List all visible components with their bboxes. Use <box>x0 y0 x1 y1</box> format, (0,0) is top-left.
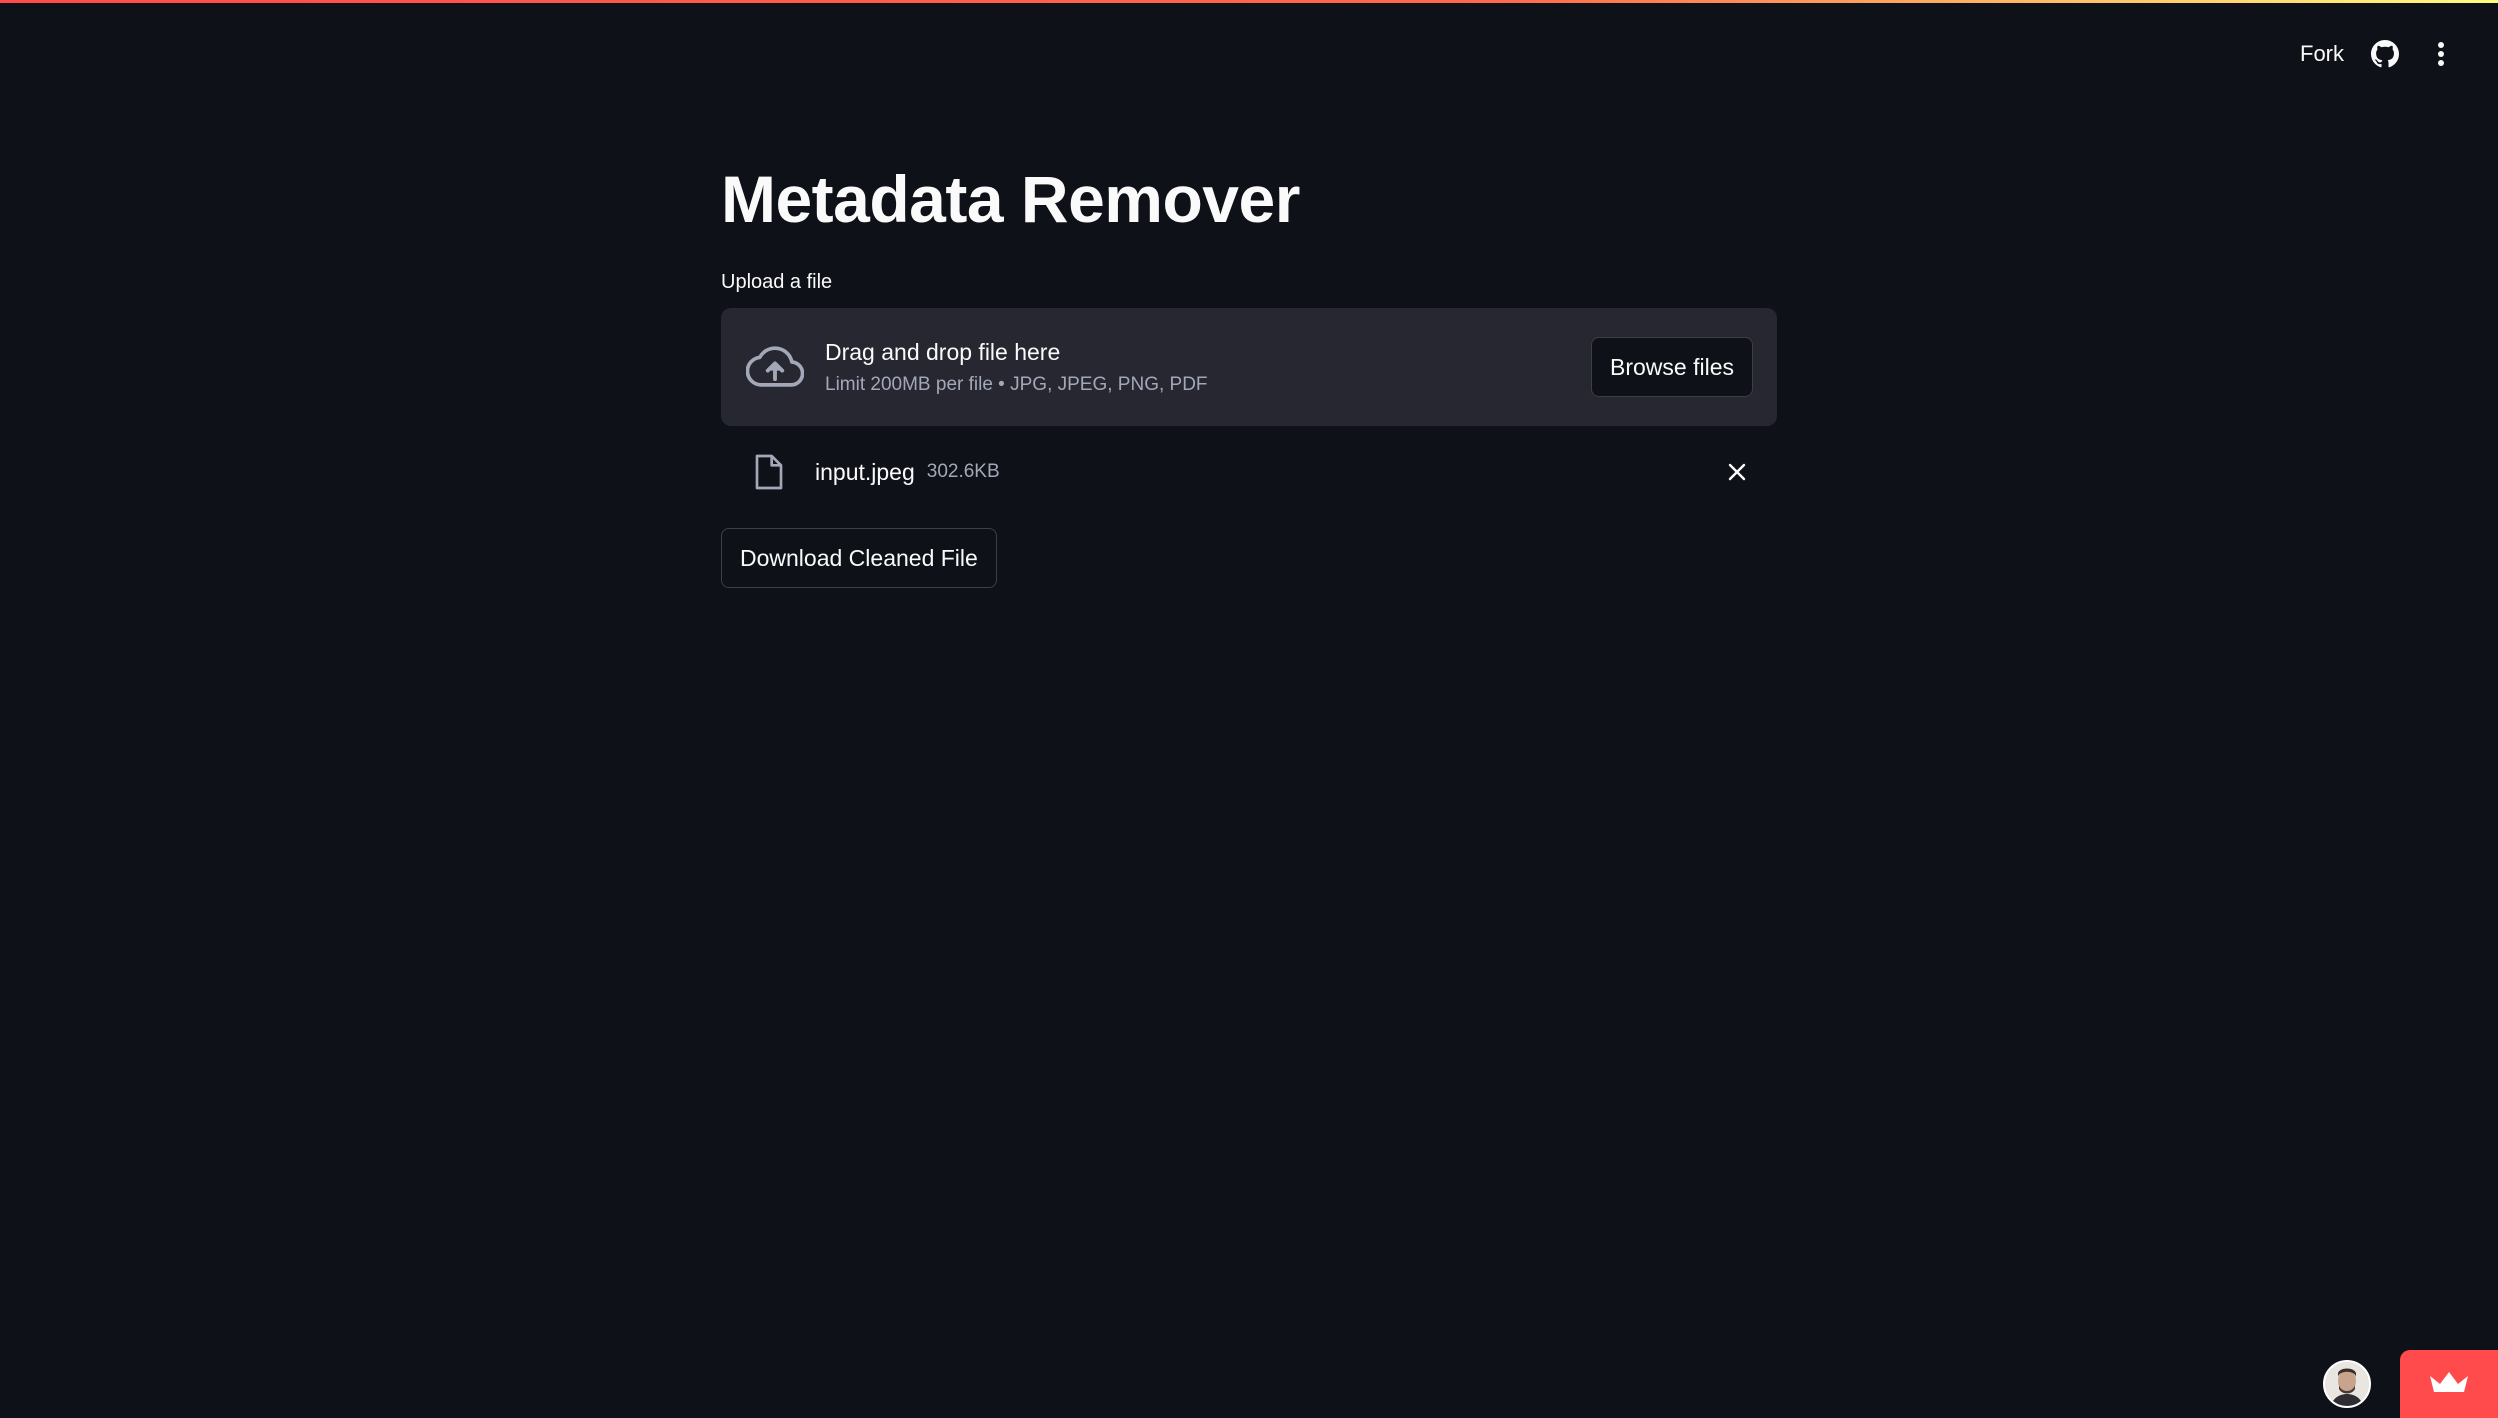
uploaded-file-row: input.jpeg 302.6KB <box>721 450 1777 494</box>
fork-link[interactable]: Fork <box>2300 41 2344 67</box>
top-decoration-bar <box>0 0 2498 3</box>
remove-file-close-icon[interactable] <box>1721 456 1753 488</box>
download-cleaned-file-button[interactable]: Download Cleaned File <box>721 528 997 589</box>
dropzone-title: Drag and drop file here <box>825 338 1061 365</box>
uploader-label: Upload a file <box>721 271 833 294</box>
dropzone-limit: Limit 200MB per file • JPG, JPEG, PNG, P… <box>825 373 1208 395</box>
page-title: Metadata Remover <box>721 162 1300 236</box>
dropzone-text: Drag and drop file here Limit 200MB per … <box>825 339 1591 396</box>
file-name: input.jpeg <box>815 458 915 485</box>
crown-icon <box>2428 1368 2470 1401</box>
file-size: 302.6KB <box>926 461 1000 483</box>
avatar[interactable] <box>2323 1360 2371 1408</box>
cloud-upload-icon <box>745 337 805 397</box>
header-toolbar: Fork <box>2300 34 2456 74</box>
browse-files-button[interactable]: Browse files <box>1591 337 1753 398</box>
github-icon[interactable] <box>2370 39 2400 69</box>
main-content: Metadata Remover Upload a file Drag and … <box>721 160 1777 589</box>
streamlit-badge[interactable] <box>2400 1350 2498 1418</box>
file-icon <box>751 452 787 492</box>
file-dropzone[interactable]: Drag and drop file here Limit 200MB per … <box>721 308 1777 427</box>
more-menu-icon[interactable] <box>2426 39 2456 69</box>
